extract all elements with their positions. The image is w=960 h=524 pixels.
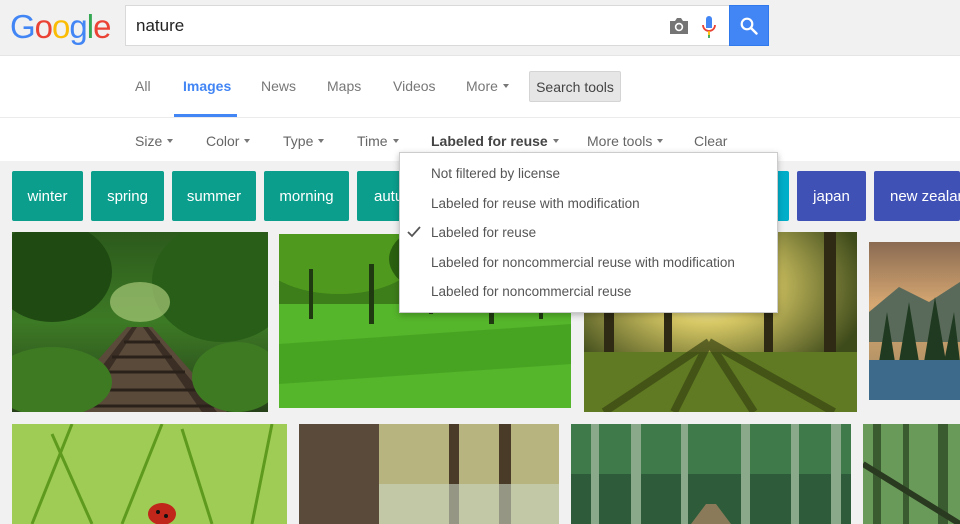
chip-japan[interactable]: japan xyxy=(797,171,866,221)
chip-spring[interactable]: spring xyxy=(91,171,164,221)
search-icon xyxy=(740,17,758,35)
image-result[interactable] xyxy=(863,424,960,524)
image-result[interactable] xyxy=(571,424,851,524)
mic-icon[interactable] xyxy=(700,15,718,39)
tab-maps[interactable]: Maps xyxy=(327,78,361,94)
chevron-down-icon xyxy=(167,139,174,144)
image-result[interactable] xyxy=(869,242,960,400)
image-result[interactable] xyxy=(12,424,287,524)
chip-winter[interactable]: winter xyxy=(12,171,83,221)
active-tab-indicator xyxy=(174,114,237,117)
license-option-reuse[interactable]: Labeled for reuse xyxy=(431,225,536,240)
license-option-noncommercial[interactable]: Labeled for noncommercial reuse xyxy=(431,284,631,299)
logo-letter: e xyxy=(93,8,111,45)
license-option-not-filtered[interactable]: Not filtered by license xyxy=(431,166,560,181)
chevron-down-icon xyxy=(392,139,399,144)
tool-label: Time xyxy=(357,133,388,149)
tool-label: Labeled for reuse xyxy=(431,133,548,149)
logo-letter: o xyxy=(52,8,70,45)
license-option-reuse-modification[interactable]: Labeled for reuse with modification xyxy=(431,196,640,211)
search-box xyxy=(125,5,729,46)
chevron-down-icon xyxy=(552,139,559,144)
tab-more-label: More xyxy=(466,78,498,94)
tab-all[interactable]: All xyxy=(135,78,151,94)
search-input[interactable] xyxy=(136,6,656,45)
camera-icon[interactable] xyxy=(668,15,690,37)
tool-color[interactable]: Color xyxy=(206,133,251,149)
logo-letter: G xyxy=(10,8,36,45)
header-bar: Google xyxy=(0,0,960,56)
chip-new-zealand[interactable]: new zealand xyxy=(874,171,960,221)
search-button[interactable] xyxy=(729,5,769,46)
tool-size[interactable]: Size xyxy=(135,133,174,149)
chip-summer[interactable]: summer xyxy=(172,171,256,221)
image-result[interactable] xyxy=(299,424,559,524)
search-tools-button[interactable]: Search tools xyxy=(529,71,621,102)
tool-time[interactable]: Time xyxy=(357,133,399,149)
nav-tabs: All Images News Maps Videos More Search … xyxy=(0,57,960,118)
tool-usage-rights[interactable]: Labeled for reuse xyxy=(431,133,559,149)
chevron-down-icon xyxy=(244,139,251,144)
tool-type[interactable]: Type xyxy=(283,133,325,149)
tool-label: Type xyxy=(283,133,314,149)
chevron-down-icon xyxy=(318,139,325,144)
chevron-down-icon xyxy=(502,84,509,89)
tab-news[interactable]: News xyxy=(261,78,296,94)
tab-more[interactable]: More xyxy=(466,78,509,94)
check-icon xyxy=(407,226,421,238)
google-logo[interactable]: Google xyxy=(10,8,111,45)
tool-more-tools[interactable]: More tools xyxy=(587,133,664,149)
license-dropdown-menu: Not filtered by license Labeled for reus… xyxy=(399,152,778,313)
tool-clear[interactable]: Clear xyxy=(694,133,727,149)
tab-images[interactable]: Images xyxy=(183,78,231,94)
tool-label: Size xyxy=(135,133,163,149)
license-option-noncommercial-modification[interactable]: Labeled for noncommercial reuse with mod… xyxy=(431,255,735,270)
logo-letter: o xyxy=(34,8,53,45)
logo-letter: g xyxy=(69,8,87,45)
image-result[interactable] xyxy=(12,232,268,412)
tool-label: Color xyxy=(206,133,240,149)
chevron-down-icon xyxy=(657,139,664,144)
tab-videos[interactable]: Videos xyxy=(393,78,436,94)
chip-morning[interactable]: morning xyxy=(264,171,349,221)
tool-label: More tools xyxy=(587,133,653,149)
